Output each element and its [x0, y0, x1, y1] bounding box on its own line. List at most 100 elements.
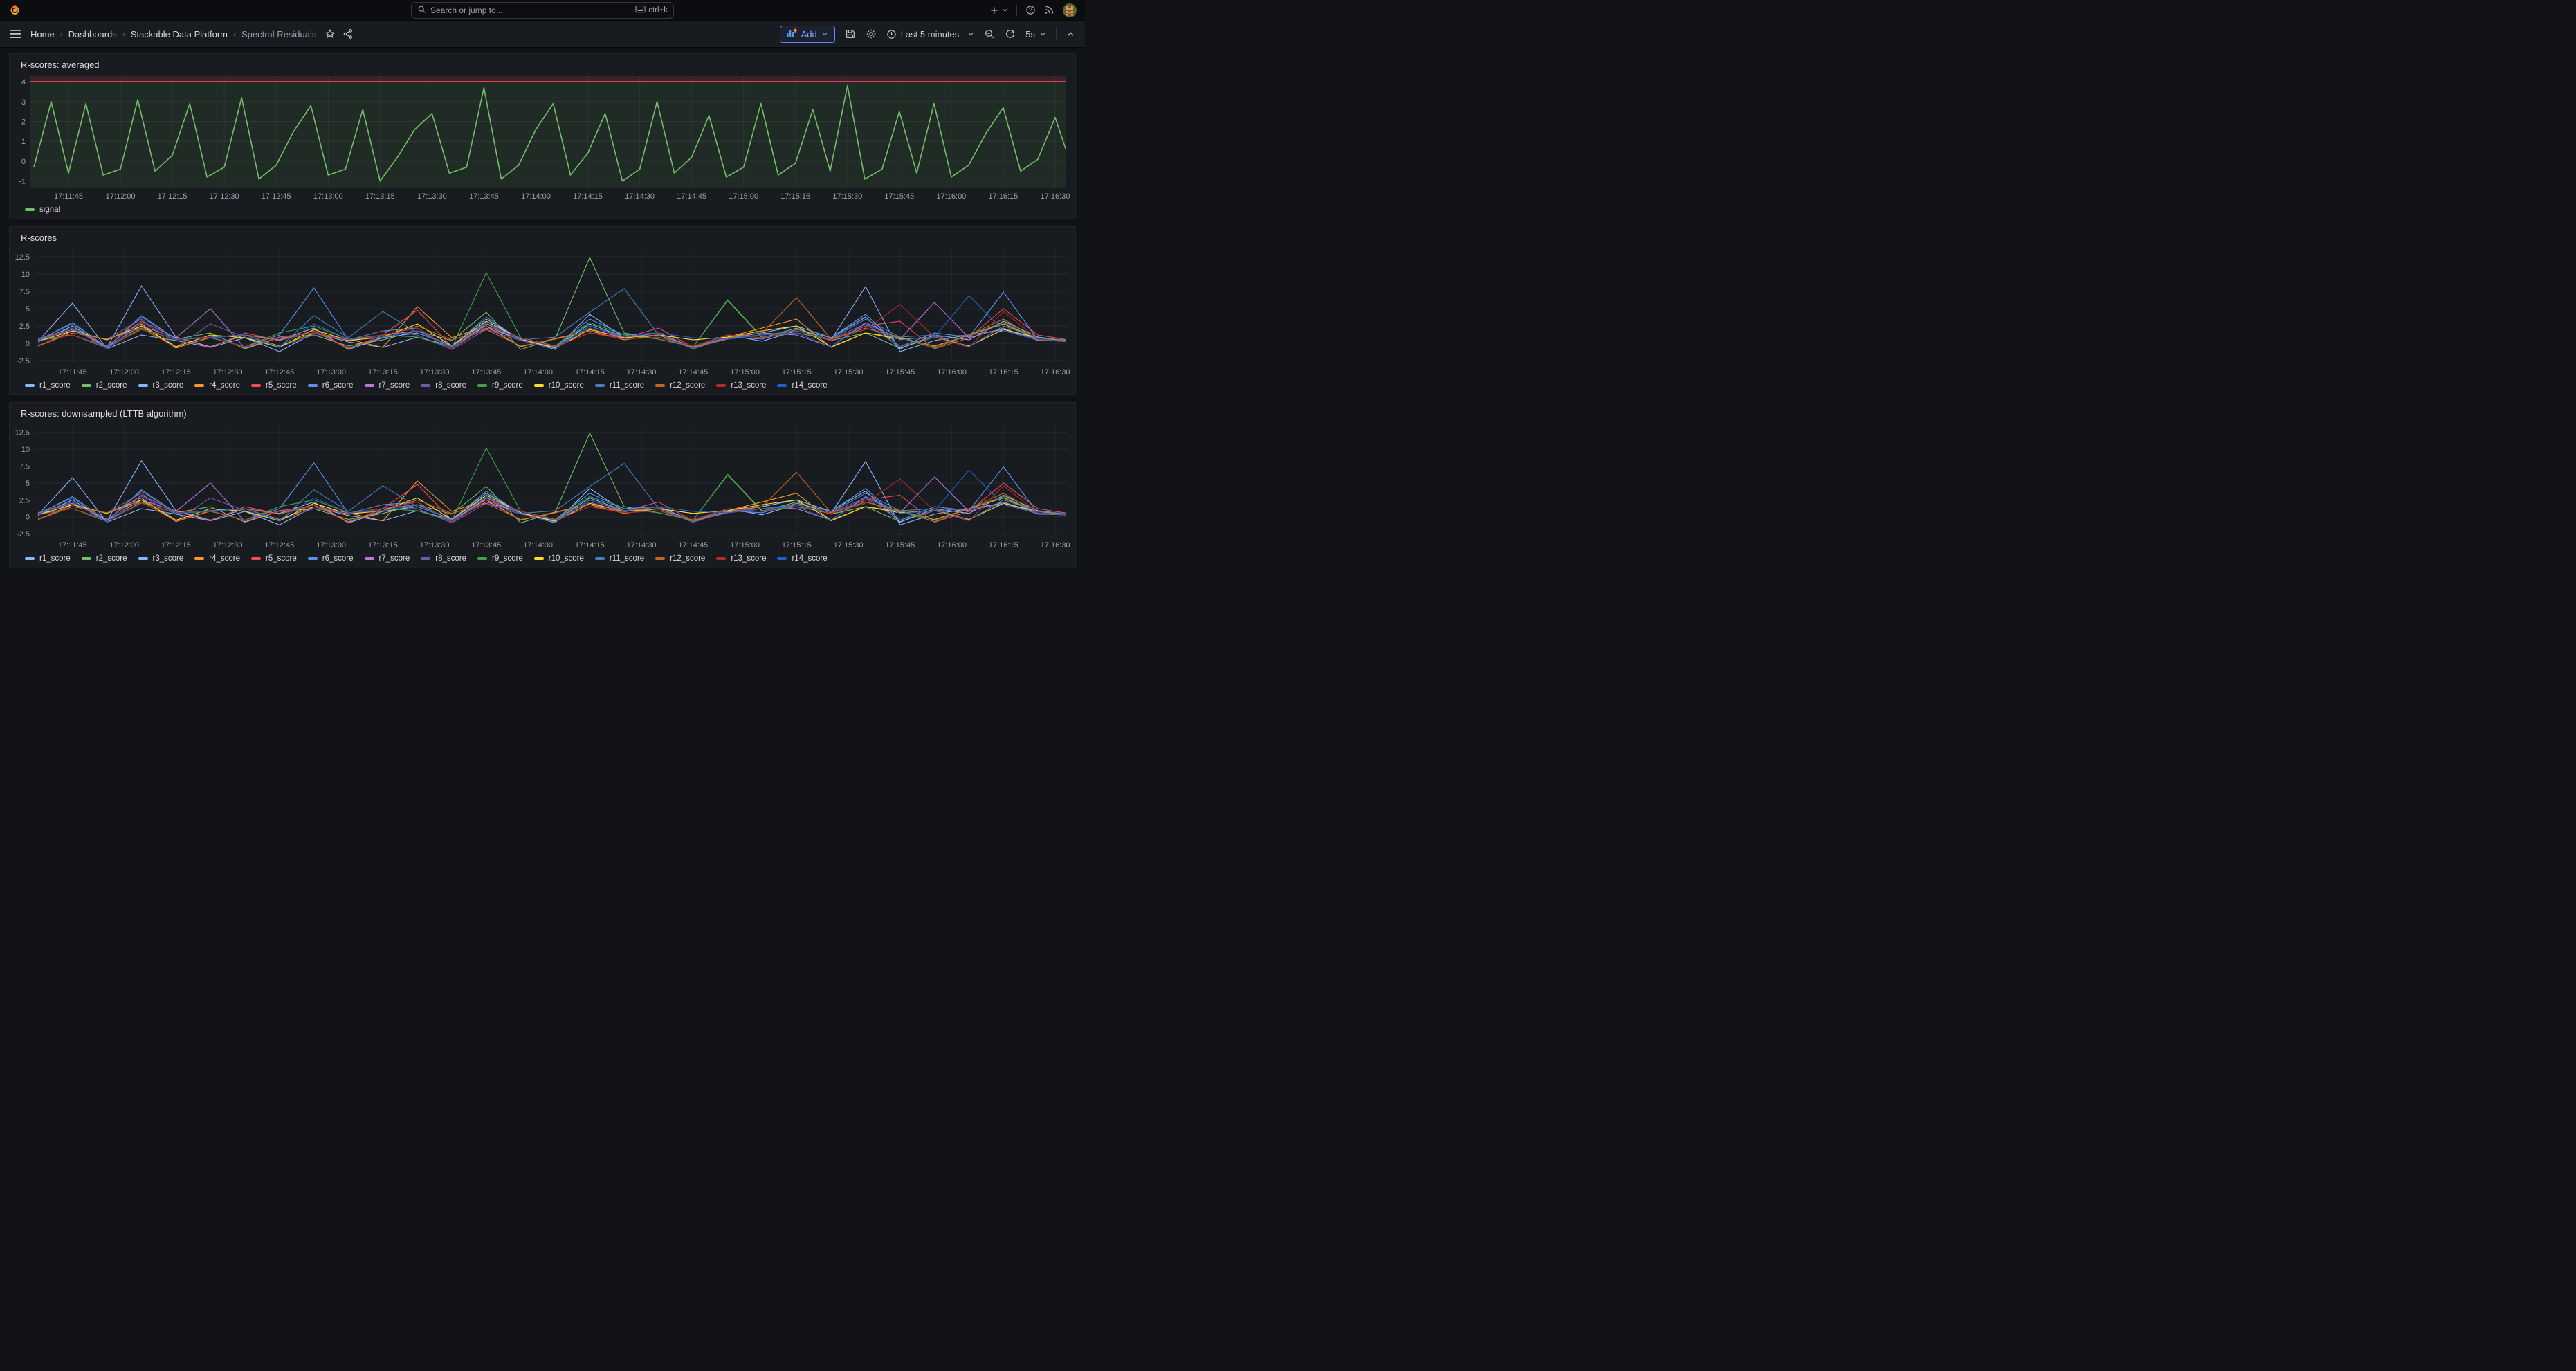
- add-panel-icon: [787, 28, 797, 39]
- breadcrumb-dashboards[interactable]: Dashboards: [68, 29, 117, 39]
- user-avatar[interactable]: [1063, 3, 1077, 17]
- legend-item[interactable]: r13_score: [716, 381, 766, 390]
- time-range-label: Last 5 minutes: [901, 29, 960, 39]
- panel-title: R-scores: averaged: [10, 54, 1075, 72]
- legend-item[interactable]: r12_score: [655, 381, 705, 390]
- legend-label: r8_score: [435, 381, 466, 390]
- svg-text:17:16:00: 17:16:00: [937, 541, 967, 550]
- topbar-right-actions: [989, 3, 1077, 17]
- svg-text:17:13:15: 17:13:15: [368, 541, 398, 550]
- legend-item[interactable]: r2_score: [82, 381, 127, 390]
- legend-item[interactable]: r7_score: [365, 554, 410, 563]
- search-shortcut: ctrl+k: [635, 5, 668, 15]
- legend-item[interactable]: r10_score: [534, 554, 584, 563]
- dashboard-settings-icon[interactable]: [866, 28, 877, 39]
- topbar-divider: [1016, 5, 1017, 16]
- breadcrumb-home[interactable]: Home: [30, 29, 55, 39]
- svg-text:17:12:00: 17:12:00: [109, 368, 139, 376]
- zoom-out-icon[interactable]: [984, 28, 995, 39]
- legend-label: r14_score: [792, 554, 827, 563]
- legend-swatch-icon: [365, 557, 374, 560]
- time-range-picker[interactable]: Last 5 minutes: [886, 29, 975, 39]
- legend-item[interactable]: r9_score: [477, 554, 523, 563]
- legend-swatch-icon: [25, 208, 35, 211]
- share-icon[interactable]: [342, 28, 354, 39]
- collapse-chevron-up-icon[interactable]: [1066, 30, 1075, 39]
- svg-text:-1: -1: [19, 178, 26, 186]
- dashboard-panels: R-scores: averaged 43210-117:11:4517:12:…: [0, 48, 1085, 574]
- legend-item[interactable]: r11_score: [595, 554, 644, 563]
- legend-swatch-icon: [421, 557, 430, 560]
- svg-text:17:12:15: 17:12:15: [161, 368, 191, 376]
- legend-item[interactable]: signal: [25, 206, 60, 214]
- legend-swatch-icon: [477, 557, 487, 560]
- legend-item[interactable]: r13_score: [716, 554, 766, 563]
- breadcrumb-folder[interactable]: Stackable Data Platform: [131, 29, 228, 39]
- chevron-down-icon: [967, 30, 974, 37]
- legend-swatch-icon: [138, 384, 148, 387]
- legend-label: r5_score: [266, 381, 297, 390]
- svg-text:17:12:15: 17:12:15: [161, 541, 191, 550]
- panel-rscores-averaged: R-scores: averaged 43210-117:11:4517:12:…: [9, 53, 1076, 219]
- legend-swatch-icon: [655, 557, 665, 560]
- refresh-interval-dropdown[interactable]: 5s: [1025, 29, 1046, 39]
- news-icon[interactable]: [1044, 5, 1054, 15]
- svg-text:17:15:45: 17:15:45: [884, 192, 914, 201]
- legend-swatch-icon: [421, 384, 430, 387]
- svg-text:17:13:45: 17:13:45: [469, 192, 499, 201]
- legend-item[interactable]: r6_score: [308, 554, 354, 563]
- svg-text:17:13:15: 17:13:15: [365, 192, 395, 201]
- legend-item[interactable]: r4_score: [194, 554, 240, 563]
- legend-item[interactable]: r5_score: [251, 381, 297, 390]
- svg-text:1: 1: [21, 138, 26, 146]
- legend-item[interactable]: r8_score: [421, 381, 466, 390]
- timeseries-chart-downsampled[interactable]: 12.5107.552.50-2.517:11:4517:12:0017:12:…: [10, 421, 1075, 552]
- legend-item[interactable]: r14_score: [777, 381, 827, 390]
- svg-text:17:15:30: 17:15:30: [834, 368, 864, 376]
- legend-swatch-icon: [365, 384, 374, 387]
- legend-item[interactable]: r11_score: [595, 381, 644, 390]
- legend-item[interactable]: r3_score: [138, 554, 184, 563]
- svg-text:17:14:15: 17:14:15: [575, 541, 605, 550]
- svg-text:12.5: 12.5: [15, 429, 30, 437]
- search-box[interactable]: ctrl+k: [411, 2, 674, 19]
- legend-item[interactable]: r6_score: [308, 381, 354, 390]
- refresh-icon[interactable]: [1005, 28, 1016, 39]
- legend-item[interactable]: r14_score: [777, 554, 827, 563]
- svg-text:17:16:00: 17:16:00: [937, 368, 967, 376]
- legend-item[interactable]: r2_score: [82, 554, 127, 563]
- legend-swatch-icon: [595, 384, 605, 387]
- legend-item[interactable]: r4_score: [194, 381, 240, 390]
- star-icon[interactable]: [325, 28, 336, 39]
- legend-item[interactable]: r3_score: [138, 381, 184, 390]
- new-button[interactable]: [989, 6, 1008, 15]
- legend-item[interactable]: r1_score: [25, 554, 71, 563]
- save-dashboard-icon[interactable]: [845, 28, 856, 39]
- svg-text:17:15:00: 17:15:00: [730, 541, 760, 550]
- legend-item[interactable]: r8_score: [421, 554, 466, 563]
- timeseries-chart-averaged[interactable]: 43210-117:11:4517:12:0017:12:1517:12:301…: [10, 72, 1075, 203]
- legend-item[interactable]: r7_score: [365, 381, 410, 390]
- legend-item[interactable]: r9_score: [477, 381, 523, 390]
- help-button[interactable]: [1025, 5, 1036, 15]
- legend-item[interactable]: r12_score: [655, 554, 705, 563]
- search-input[interactable]: [430, 6, 631, 15]
- legend-item[interactable]: r5_score: [251, 554, 297, 563]
- svg-text:12.5: 12.5: [15, 253, 30, 262]
- grafana-logo[interactable]: [8, 3, 22, 17]
- legend-item[interactable]: r10_score: [534, 381, 584, 390]
- svg-text:17:15:15: 17:15:15: [780, 192, 810, 201]
- menu-toggle-icon[interactable]: [10, 29, 21, 39]
- refresh-interval-label: 5s: [1025, 29, 1035, 39]
- timeseries-chart-rscores[interactable]: 12.5107.552.50-2.517:11:4517:12:0017:12:…: [10, 245, 1075, 379]
- svg-text:17:14:15: 17:14:15: [575, 368, 605, 376]
- legend-label: r9_score: [492, 381, 523, 390]
- add-button[interactable]: Add: [780, 26, 835, 43]
- svg-text:17:12:15: 17:12:15: [158, 192, 188, 201]
- svg-text:0: 0: [26, 514, 30, 522]
- legend-item[interactable]: r1_score: [25, 381, 71, 390]
- legend-label: r6_score: [322, 554, 354, 563]
- legend-swatch-icon: [716, 557, 726, 560]
- legend-swatch-icon: [82, 384, 91, 387]
- svg-text:17:13:45: 17:13:45: [471, 541, 501, 550]
